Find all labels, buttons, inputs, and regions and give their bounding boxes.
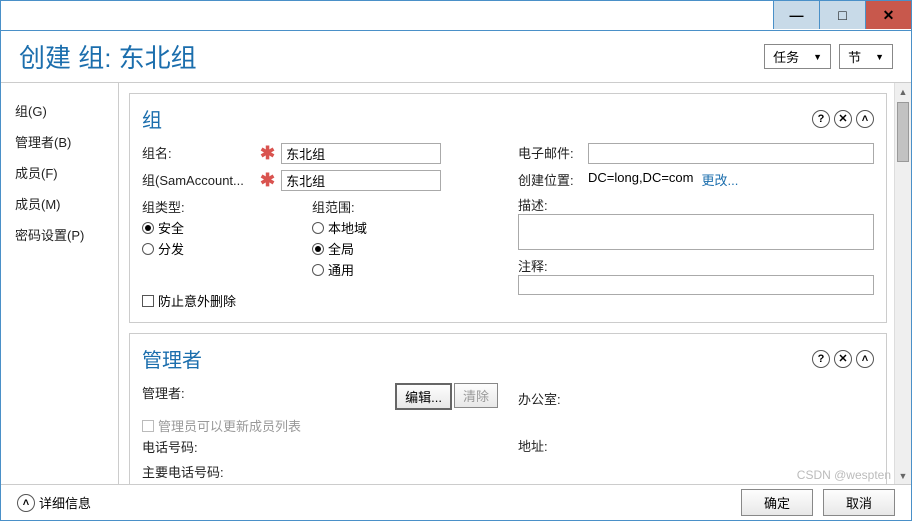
cancel-button[interactable]: 取消 — [823, 489, 895, 516]
required-icon: ✱ — [260, 143, 275, 164]
group-scope-label: 组范围: — [312, 197, 367, 216]
sidebar: 组(G) 管理者(B) 成员(F) 成员(M) 密码设置(P) — [1, 83, 119, 484]
header: 创建 组: 东北组 任务 ▼ 节 ▼ — [1, 31, 911, 83]
dialog-window: — □ ✕ 创建 组: 东北组 任务 ▼ 节 ▼ 组(G) 管理者(B) 成员(… — [0, 0, 912, 521]
office-label: 办公室: — [518, 389, 561, 408]
titlebar: — □ ✕ — [1, 1, 911, 31]
page-title: 创建 组: 东北组 — [19, 38, 756, 75]
desc-textarea[interactable] — [518, 214, 874, 250]
can-update-checkbox[interactable]: 管理员可以更新成员列表 — [142, 416, 498, 435]
notes-label: 注释: — [518, 256, 874, 275]
notes-textarea[interactable] — [518, 275, 874, 295]
created-in-value: DC=long,DC=com — [588, 170, 694, 185]
sam-input[interactable] — [281, 170, 441, 191]
radio-local[interactable]: 本地域 — [312, 218, 367, 237]
sidebar-item-members-f[interactable]: 成员(F) — [15, 157, 118, 188]
section-dropdown[interactable]: 节 ▼ — [839, 44, 893, 69]
collapse-icon[interactable]: ˄ — [856, 350, 874, 368]
created-in-label: 创建位置: — [518, 170, 588, 189]
tasks-dropdown[interactable]: 任务 ▼ — [764, 44, 831, 69]
chevron-up-icon: ˄ — [17, 494, 35, 512]
section-title-manager: 管理者 — [142, 344, 812, 373]
radio-global[interactable]: 全局 — [312, 239, 367, 258]
section-group: 组 ? ✕ ˄ 组名: ✱ — [129, 93, 887, 323]
scroll-up-icon[interactable]: ▲ — [895, 83, 911, 100]
main-content: 组 ? ✕ ˄ 组名: ✱ — [119, 83, 911, 484]
radio-universal[interactable]: 通用 — [312, 260, 367, 279]
close-icon[interactable]: ✕ — [834, 110, 852, 128]
sidebar-item-group[interactable]: 组(G) — [15, 95, 118, 126]
tasks-label: 任务 — [773, 47, 799, 66]
details-expander[interactable]: ˄ 详细信息 — [17, 493, 91, 512]
close-button[interactable]: ✕ — [865, 1, 911, 29]
edit-button[interactable]: 编辑... — [395, 383, 452, 410]
manager-label: 管理者: — [142, 383, 202, 402]
sidebar-item-password[interactable]: 密码设置(P) — [15, 219, 118, 250]
footer: ˄ 详细信息 确定 取消 — [1, 484, 911, 520]
ok-button[interactable]: 确定 — [741, 489, 813, 516]
main-phone-label: 主要电话号码: — [142, 462, 224, 481]
collapse-icon[interactable]: ˄ — [856, 110, 874, 128]
desc-label: 描述: — [518, 195, 874, 214]
close-icon[interactable]: ✕ — [834, 350, 852, 368]
chevron-down-icon: ▼ — [875, 52, 884, 62]
details-label: 详细信息 — [39, 493, 91, 512]
address-label: 地址: — [518, 436, 548, 455]
change-link[interactable]: 更改... — [702, 170, 739, 189]
section-label: 节 — [848, 47, 861, 66]
radio-distribution[interactable]: 分发 — [142, 239, 312, 258]
help-icon[interactable]: ? — [812, 110, 830, 128]
phone-label: 电话号码: — [142, 437, 198, 456]
protect-checkbox[interactable]: 防止意外删除 — [142, 291, 498, 310]
protect-label: 防止意外删除 — [158, 291, 236, 310]
help-icon[interactable]: ? — [812, 350, 830, 368]
scroll-thumb[interactable] — [897, 102, 909, 162]
can-update-label: 管理员可以更新成员列表 — [158, 416, 301, 435]
chevron-down-icon: ▼ — [813, 52, 822, 62]
body: 组(G) 管理者(B) 成员(F) 成员(M) 密码设置(P) 组 ? ✕ ˄ — [1, 83, 911, 484]
scrollbar[interactable]: ▲ ▼ — [894, 83, 911, 484]
sam-label: 组(SamAccount... — [142, 170, 260, 189]
group-name-input[interactable] — [281, 143, 441, 164]
group-name-label: 组名: — [142, 143, 260, 162]
section-manager: 管理者 ? ✕ ˄ 管理者: 编辑... — [129, 333, 887, 484]
section-title-group: 组 — [142, 104, 812, 133]
radio-security[interactable]: 安全 — [142, 218, 312, 237]
group-type-label: 组类型: — [142, 197, 312, 216]
maximize-button[interactable]: □ — [819, 1, 865, 29]
required-icon: ✱ — [260, 170, 275, 191]
sidebar-item-manager[interactable]: 管理者(B) — [15, 126, 118, 157]
email-input[interactable] — [588, 143, 874, 164]
clear-button[interactable]: 清除 — [454, 383, 498, 408]
sidebar-item-members-m[interactable]: 成员(M) — [15, 188, 118, 219]
scroll-down-icon[interactable]: ▼ — [895, 467, 911, 484]
email-label: 电子邮件: — [518, 143, 588, 162]
minimize-button[interactable]: — — [773, 1, 819, 29]
